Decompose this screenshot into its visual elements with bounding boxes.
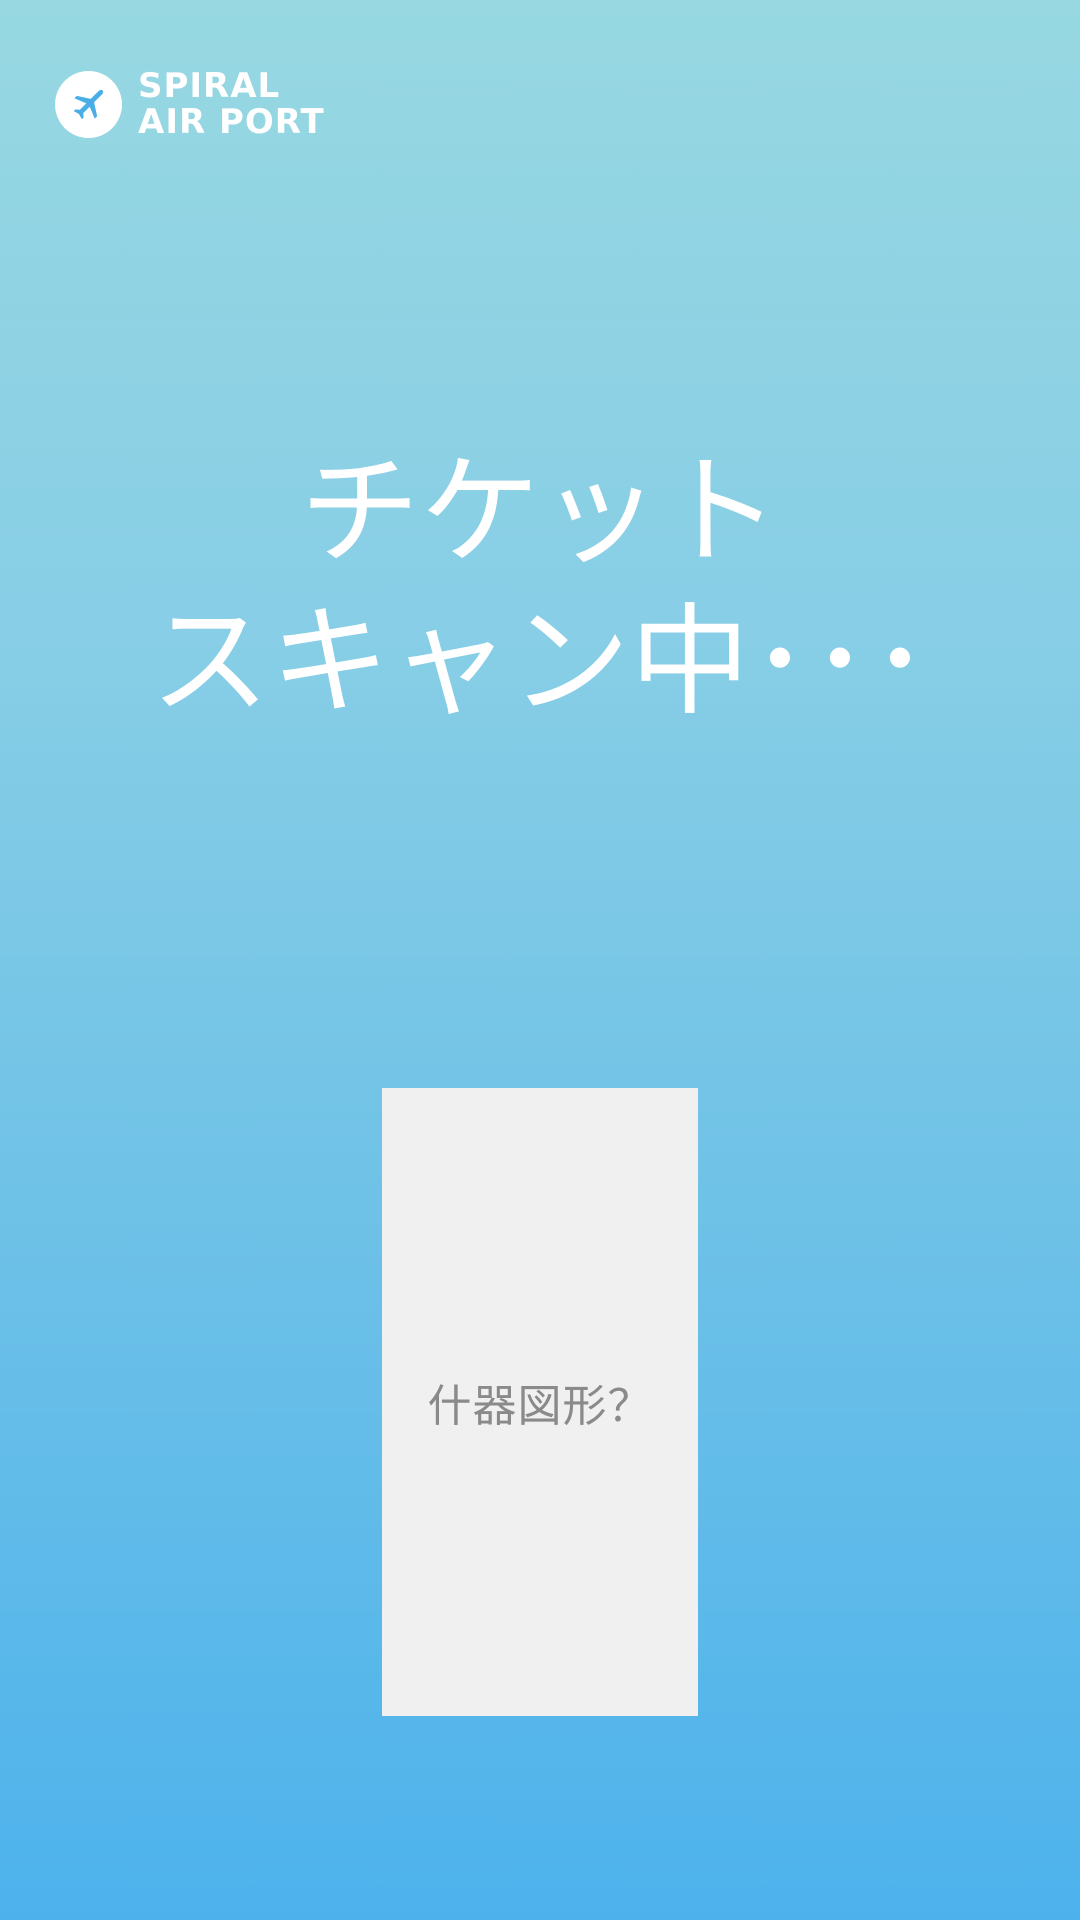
status-line-2: スキャン中･･･	[150, 593, 930, 732]
status-line-1: チケット	[300, 443, 780, 582]
scan-status-message: チケット スキャン中･･･	[0, 438, 1080, 738]
logo-text-line-2: AIR PORT	[138, 102, 325, 142]
airport-logo: SPIRAL AIR PORT	[55, 68, 325, 140]
fixture-placeholder: 什器図形？	[382, 1088, 698, 1716]
logo-text-line-1: SPIRAL	[138, 66, 281, 106]
fixture-placeholder-label: 什器図形？	[427, 1381, 653, 1432]
logo-text: SPIRAL AIR PORT	[138, 68, 325, 140]
airplane-icon	[73, 89, 103, 120]
logo-badge	[55, 70, 122, 138]
